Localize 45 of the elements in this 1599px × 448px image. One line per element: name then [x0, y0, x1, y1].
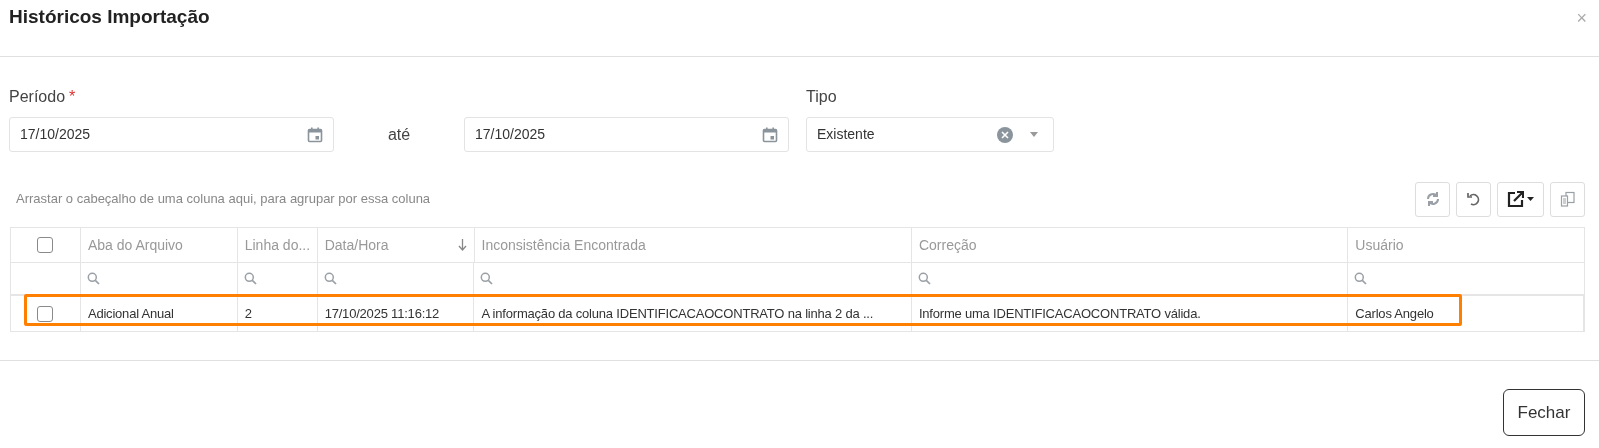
group-hint: Arrastar o cabeçalho de uma coluna aqui, para agrupar por essa coluna [16, 190, 431, 209]
caret-icon[interactable] [1029, 131, 1039, 138]
refresh-icon [1424, 191, 1441, 207]
export-button[interactable] [1497, 181, 1544, 217]
field-label: Período [9, 87, 66, 107]
undo-button[interactable] [1456, 181, 1491, 217]
column-header[interactable]: Usuário [1348, 228, 1584, 262]
column-header[interactable]: Aba do Arquivo [80, 228, 238, 262]
table-cell: 2 [237, 296, 318, 331]
checkbox[interactable] [37, 237, 54, 253]
caret-icon [1527, 197, 1534, 201]
refresh-button[interactable] [1415, 181, 1450, 217]
undo-icon [1465, 191, 1482, 207]
column-chooser-button[interactable] [1550, 181, 1585, 217]
table-cell: Adicional Anual [80, 296, 238, 331]
column-header[interactable]: Data/Hora [317, 228, 475, 262]
search-icon [480, 272, 494, 285]
table-cell: 17/10/2025 11:16:12 [317, 296, 475, 331]
search-icon [86, 272, 100, 285]
table-cell: A informação da coluna IDENTIFICACAOCONTRATO na linha 2 da ... [474, 296, 912, 331]
calendar-icon[interactable] [762, 126, 778, 143]
checkbox[interactable] [37, 305, 54, 322]
search-icon [1354, 272, 1368, 285]
type-select[interactable]: Existente [806, 117, 1054, 152]
search-icon [917, 272, 931, 285]
column-header[interactable]: Linha do... [237, 228, 318, 262]
field-label: Tipo [806, 87, 838, 107]
close-icon[interactable]: × [1576, 4, 1587, 32]
table-cell: Informe uma IDENTIFICACAOCONTRATO válida. [911, 296, 1349, 331]
table-cell: Carlos Angelo [1348, 296, 1584, 331]
columns-icon [1559, 191, 1576, 207]
date-field[interactable]: 17/10/2025 [464, 117, 789, 152]
sort-descending-icon [457, 239, 467, 251]
column-header[interactable]: Correção [911, 228, 1349, 262]
close-button[interactable]: Fechar [1503, 389, 1585, 436]
dialog-title: Históricos Importação [9, 4, 210, 29]
column-header[interactable]: Inconsistência Encontrada [474, 228, 912, 262]
external-link-icon [1507, 190, 1524, 208]
required-marker: * [69, 87, 76, 107]
range-separator: até [386, 124, 412, 145]
search-icon [323, 272, 337, 285]
calendar-icon[interactable] [307, 126, 323, 143]
date-field[interactable]: 17/10/2025 [9, 117, 334, 152]
clear-icon[interactable] [997, 126, 1013, 143]
search-icon [243, 272, 257, 285]
